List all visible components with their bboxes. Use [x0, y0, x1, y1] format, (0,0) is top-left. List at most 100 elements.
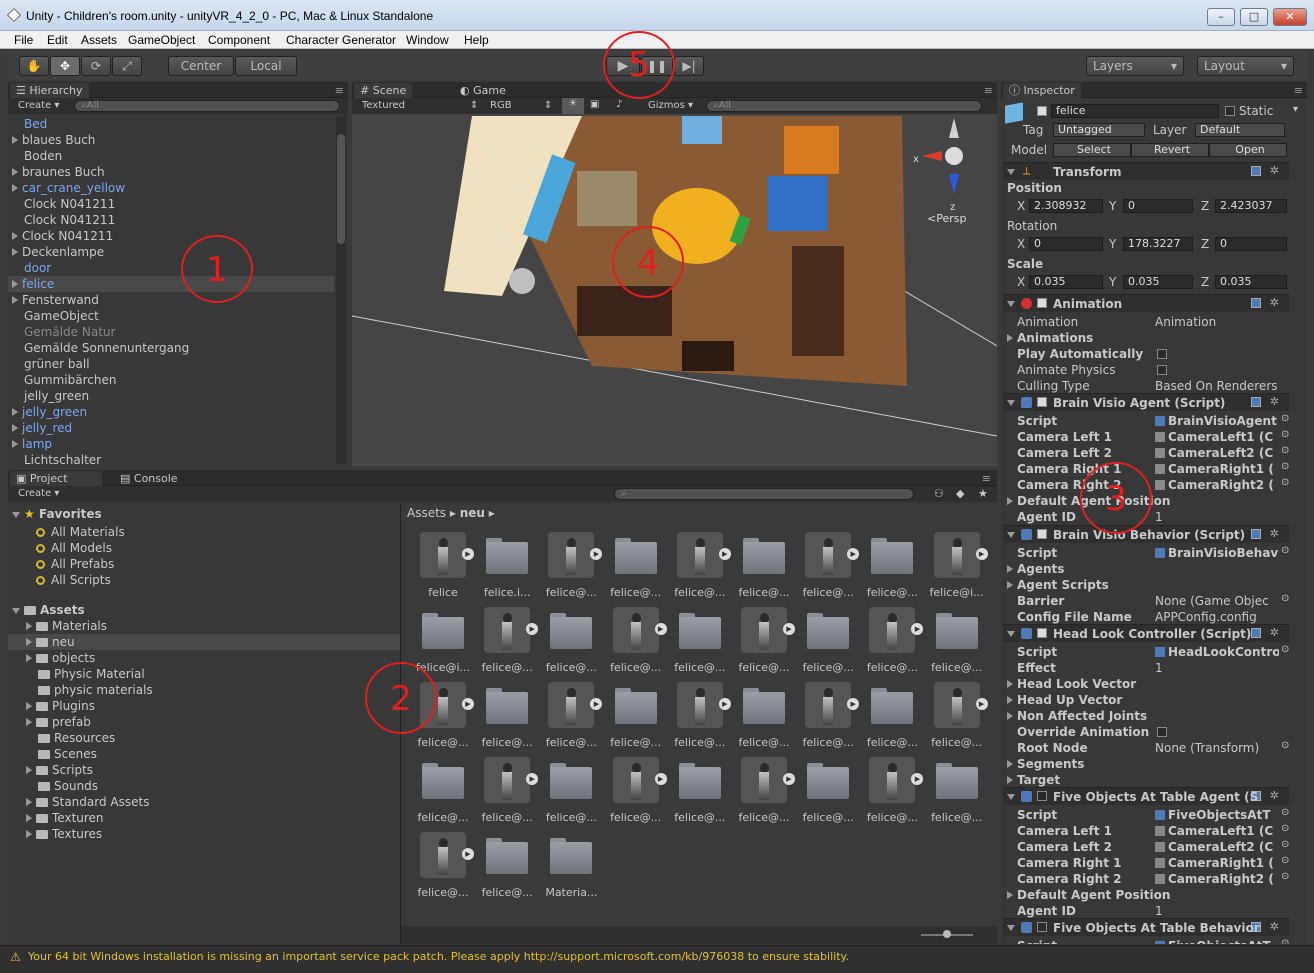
component-enabled-checkbox[interactable]: [1037, 791, 1047, 801]
expand-asset-icon[interactable]: ▶: [975, 698, 988, 710]
object-picker-icon[interactable]: ⊙: [1281, 807, 1289, 818]
folder-item[interactable]: prefab: [8, 714, 400, 730]
property-value[interactable]: CameraRight1 (: [1155, 461, 1279, 477]
rot-y-field[interactable]: 178.3227: [1123, 237, 1193, 251]
property-value[interactable]: 1: [1155, 660, 1279, 676]
static-checkbox[interactable]: [1225, 106, 1235, 116]
object-picker-icon[interactable]: ⊙: [1281, 445, 1289, 456]
expand-asset-icon[interactable]: ▶: [654, 773, 667, 785]
property-value[interactable]: CameraLeft1 (C: [1155, 823, 1279, 839]
object-picker-icon[interactable]: ⊙: [1281, 740, 1289, 751]
asset-model[interactable]: ▶ felice@...: [475, 757, 539, 829]
scale-tool-icon[interactable]: ⤢: [112, 56, 142, 76]
property-checkbox[interactable]: [1157, 727, 1167, 737]
asset-folder[interactable]: felice@...: [860, 532, 924, 604]
asset-folder[interactable]: felice@...: [411, 757, 475, 829]
asset-model[interactable]: ▶ felice@...: [925, 682, 989, 754]
asset-folder[interactable]: felice@...: [604, 682, 668, 754]
tab-project[interactable]: ▣ Project: [10, 471, 102, 487]
gear-icon[interactable]: ✲: [1270, 527, 1279, 540]
asset-model[interactable]: ▶ felice@...: [668, 532, 732, 604]
layout-dropdown[interactable]: Layout ▾: [1197, 56, 1294, 76]
expand-arrow-icon[interactable]: [1007, 760, 1013, 768]
property-value[interactable]: APPConfig.config: [1155, 609, 1279, 625]
asset-folder[interactable]: felice.i...: [475, 532, 539, 604]
favorite-star-icon[interactable]: ★: [978, 487, 988, 500]
layers-dropdown[interactable]: Layers ▾: [1086, 56, 1184, 76]
scene-gizmo-icon[interactable]: [945, 147, 963, 165]
folder-item[interactable]: physic materials: [8, 682, 400, 698]
asset-model[interactable]: ▶ felice@i...: [925, 532, 989, 604]
render-dropdown-arrow[interactable]: ⇕: [544, 100, 552, 111]
menu-window[interactable]: Window: [406, 33, 449, 47]
hierarchy-item[interactable]: Clock N041211: [8, 196, 334, 212]
property-checkbox[interactable]: [1157, 349, 1167, 359]
expand-asset-icon[interactable]: ▶: [654, 623, 667, 635]
expand-arrow-icon[interactable]: [1007, 581, 1013, 589]
component-enabled-checkbox[interactable]: [1037, 298, 1047, 308]
expand-arrow-icon[interactable]: [1007, 497, 1013, 505]
hierarchy-item[interactable]: jelly_red: [8, 420, 334, 436]
folder-item[interactable]: neu: [8, 634, 400, 650]
asset-model[interactable]: ▶ felice@...: [604, 607, 668, 679]
gizmos-dropdown[interactable]: Gizmos ▾: [648, 100, 693, 111]
hierarchy-item[interactable]: Deckenlampe: [8, 244, 334, 260]
expand-arrow-icon[interactable]: [26, 798, 32, 806]
model-open-button[interactable]: Open: [1209, 143, 1287, 157]
help-book-icon[interactable]: [1251, 529, 1261, 539]
property-label[interactable]: Agents: [1007, 561, 1064, 577]
expand-arrow-icon[interactable]: [26, 814, 32, 822]
render-mode-dropdown[interactable]: RGB: [490, 100, 512, 111]
component-enabled-checkbox[interactable]: [1037, 529, 1047, 539]
asset-folder[interactable]: felice@...: [668, 757, 732, 829]
expand-arrow-icon[interactable]: [12, 280, 18, 288]
property-value[interactable]: FiveObjectsAtT: [1155, 807, 1279, 823]
panel-menu-icon[interactable]: ≡: [335, 84, 344, 97]
asset-folder[interactable]: felice@...: [539, 607, 603, 679]
layer-dropdown[interactable]: Default: [1195, 123, 1285, 137]
expand-arrow-icon[interactable]: [12, 296, 18, 304]
menu-edit[interactable]: Edit: [47, 33, 68, 47]
expand-asset-icon[interactable]: ▶: [526, 623, 539, 635]
component-enabled-checkbox[interactable]: [1037, 628, 1047, 638]
rot-x-field[interactable]: 0: [1029, 237, 1103, 251]
expand-arrow-icon[interactable]: [1007, 712, 1013, 720]
asset-model[interactable]: ▶ felice@...: [668, 682, 732, 754]
menu-component[interactable]: Component: [208, 33, 270, 47]
asset-model[interactable]: ▶ felice@...: [411, 832, 475, 904]
favorite-item[interactable]: All Scripts: [36, 572, 111, 588]
folder-item[interactable]: Sounds: [8, 778, 400, 794]
expand-asset-icon[interactable]: ▶: [718, 698, 731, 710]
brain-agent-header[interactable]: ✲ Brain Visio Agent (Script): [1003, 393, 1289, 411]
expand-asset-icon[interactable]: ▶: [911, 773, 924, 785]
expand-arrow-icon[interactable]: [1007, 696, 1013, 704]
scrollbar-thumb[interactable]: [337, 134, 345, 244]
asset-model[interactable]: ▶ felice@...: [796, 532, 860, 604]
menu-gameobject[interactable]: GameObject: [128, 33, 195, 47]
persp-label[interactable]: <Persp: [927, 212, 966, 225]
hierarchy-item[interactable]: Boden: [8, 148, 334, 164]
hierarchy-item[interactable]: Clock N041211: [8, 228, 334, 244]
favorites-header[interactable]: ★ Favorites: [12, 506, 102, 522]
asset-folder[interactable]: felice@...: [475, 682, 539, 754]
folder-item[interactable]: Resources: [8, 730, 400, 746]
scene-search-input[interactable]: ⌕All: [706, 100, 982, 112]
hierarchy-search-input[interactable]: ⌕All: [74, 100, 340, 112]
expand-arrow-icon[interactable]: [12, 440, 18, 448]
property-label[interactable]: Agent Scripts: [1007, 577, 1109, 593]
property-value[interactable]: FiveObjectsAtT: [1155, 938, 1279, 944]
tab-scene[interactable]: # Scene: [354, 83, 413, 99]
expand-arrow-icon[interactable]: [26, 766, 32, 774]
hierarchy-item[interactable]: car_crane_yellow: [8, 180, 334, 196]
expand-asset-icon[interactable]: ▶: [462, 698, 474, 710]
pivot-center-button[interactable]: Center: [168, 56, 234, 76]
folder-item[interactable]: Scenes: [8, 746, 400, 762]
breadcrumb-assets[interactable]: Assets: [407, 506, 446, 520]
expand-asset-icon[interactable]: ▶: [718, 548, 731, 560]
asset-model[interactable]: ▶ felice@...: [475, 607, 539, 679]
asset-folder[interactable]: felice@...: [732, 532, 796, 604]
expand-arrow-icon[interactable]: [12, 232, 18, 240]
asset-folder[interactable]: felice@...: [925, 607, 989, 679]
expand-arrow-icon[interactable]: [12, 136, 18, 144]
expand-asset-icon[interactable]: ▶: [783, 773, 795, 785]
